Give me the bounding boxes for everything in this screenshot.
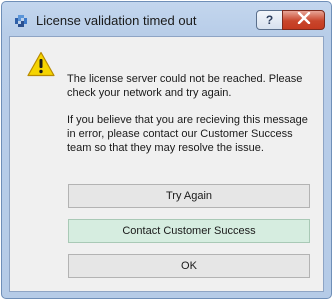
- help-button[interactable]: ?: [256, 10, 283, 30]
- contact-customer-success-button[interactable]: Contact Customer Success: [68, 219, 310, 243]
- message-text-secondary: If you believe that you are recieving th…: [67, 114, 308, 154]
- app-icon: [12, 12, 30, 30]
- close-icon: [297, 11, 311, 29]
- message-text-primary: The license server could not be reached.…: [67, 73, 303, 99]
- close-button[interactable]: [282, 10, 325, 30]
- dialog-content: The license server could not be reached.…: [9, 36, 324, 292]
- ok-button[interactable]: OK: [68, 254, 310, 278]
- warning-icon: [27, 51, 55, 77]
- dialog-window: License validation timed out ? The licen…: [1, 1, 332, 299]
- title-bar[interactable]: License validation timed out ?: [2, 2, 331, 36]
- window-title: License validation timed out: [36, 13, 197, 28]
- help-icon: ?: [265, 13, 274, 27]
- try-again-button[interactable]: Try Again: [68, 184, 310, 208]
